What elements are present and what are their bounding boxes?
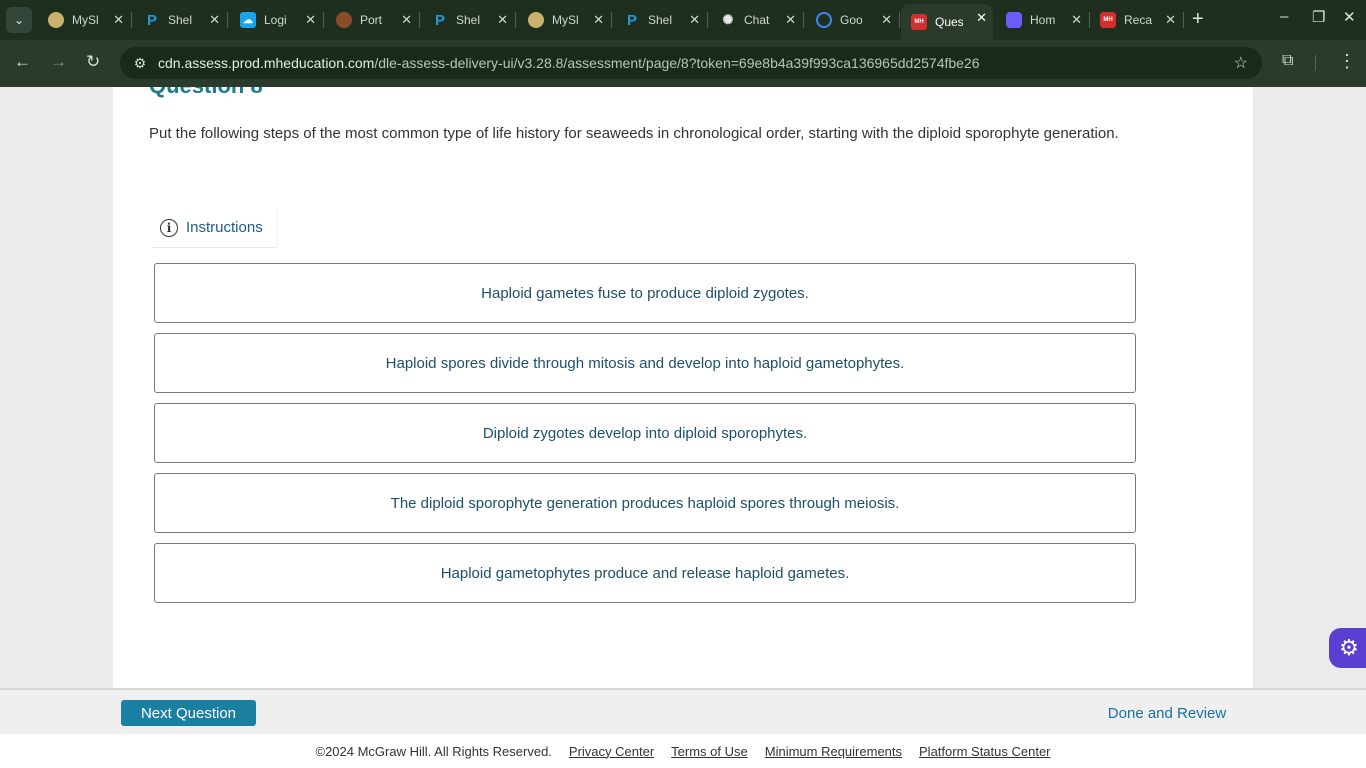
platform-status-link[interactable]: Platform Status Center [919,744,1051,759]
sortable-step[interactable]: The diploid sporophyte generation produc… [154,473,1136,533]
close-icon[interactable]: ✕ [976,10,987,26]
assessment-footer: Next Question Done and Review [0,688,1366,734]
p-logo-icon: P [146,11,157,29]
mcgraw-hill-icon: MH [1100,12,1116,28]
circle-globe-icon [528,12,544,28]
copyright-text: ©2024 McGraw Hill. All Rights Reserved. [315,743,552,759]
close-icon[interactable]: ✕ [497,12,508,28]
p-logo-icon: P [626,11,637,29]
reload-icon[interactable]: ↻ [86,52,100,72]
browser-tab[interactable]: MySl ✕ [518,6,612,34]
sortable-step[interactable]: Haploid gametophytes produce and release… [154,543,1136,603]
browser-tab[interactable]: Port ✕ [326,6,420,34]
browser-tab[interactable]: ✺ Chat ✕ [710,6,804,34]
minimize-icon[interactable]: – [1280,8,1288,25]
browser-tab-strip: ⌄ MySl ✕ P Shel ✕ ☁ Logi ✕ Port ✕ P Shel… [0,0,1366,40]
close-icon[interactable]: ✕ [689,12,700,28]
close-icon[interactable]: ✕ [593,12,604,28]
close-icon[interactable]: ✕ [785,12,796,28]
done-and-review-button[interactable]: Done and Review [1089,698,1245,728]
tab-title: MySl [552,13,579,27]
back-arrow-icon[interactable]: ← [14,52,31,72]
browser-tab[interactable]: ☁ Logi ✕ [230,6,324,34]
close-icon[interactable]: ✕ [1165,12,1176,28]
browser-tab[interactable]: P Shel ✕ [134,6,228,34]
close-icon[interactable]: ✕ [305,12,316,28]
tab-title: Logi [264,13,287,27]
url-host: cdn.assess.prod.mheducation.com [158,55,375,71]
close-icon[interactable]: ✕ [113,12,124,28]
tab-title: MySl [72,13,99,27]
tab-title: Shel [456,13,481,27]
accessibility-gear-icon[interactable]: ⚙ [1329,628,1366,668]
openai-icon: ✺ [722,12,734,27]
tab-title: Goo [840,13,863,27]
browser-tab[interactable]: Hom ✕ [996,6,1090,34]
assessment-page: Question 8 Put the following steps of th… [113,87,1253,688]
close-icon[interactable]: ✕ [1071,12,1082,28]
terms-of-use-link[interactable]: Terms of Use [671,744,748,759]
question-prompt: Put the following steps of the most comm… [149,125,1119,142]
tab-title: Shel [168,13,193,27]
restore-icon[interactable]: ❐ [1312,8,1325,26]
tab-title: Reca [1124,13,1152,27]
tab-title: Hom [1030,13,1056,27]
next-question-button[interactable]: Next Question [121,700,256,726]
window-close-icon[interactable]: ✕ [1343,8,1356,26]
sortable-step[interactable]: Haploid spores divide through mitosis an… [154,333,1136,393]
cloud-icon: ☁ [240,12,256,28]
browser-tab-active[interactable]: MH Ques ✕ [901,4,993,40]
privacy-center-link[interactable]: Privacy Center [569,744,654,759]
close-icon[interactable]: ✕ [881,12,892,28]
legal-footer: ©2024 McGraw Hill. All Rights Reserved. … [0,734,1366,768]
browser-tab[interactable]: P Shel ✕ [614,6,708,34]
circle-globe-icon [48,12,64,28]
browser-tab[interactable]: MySl ✕ [38,6,132,34]
browser-tab[interactable]: P Shel ✕ [422,6,516,34]
extensions-puzzle-icon[interactable]: ⧉ [1282,52,1293,70]
close-icon[interactable]: ✕ [401,12,412,28]
browser-toolbar: ← → ↻ ⚙ cdn.assess.prod.mheducation.com/… [0,40,1366,87]
p-logo-icon: P [434,11,445,29]
url-text: cdn.assess.prod.mheducation.com/dle-asse… [158,55,980,71]
address-bar[interactable]: ⚙ cdn.assess.prod.mheducation.com/dle-as… [120,47,1262,79]
close-icon[interactable]: ✕ [209,12,220,28]
info-icon: i [160,218,178,237]
mcgraw-hill-icon: MH [911,14,927,30]
tab-title: Port [360,13,383,27]
tab-title: Shel [648,13,673,27]
tab-title: Chat [744,13,770,27]
tab-search-chevron-icon[interactable]: ⌄ [6,7,32,33]
ordering-list: Haploid gametes fuse to produce diploid … [154,263,1136,613]
new-tab-plus-icon[interactable]: + [1192,9,1204,29]
site-settings-icon[interactable]: ⚙ [130,55,150,72]
browser-tab[interactable]: Goo ✕ [806,6,900,34]
url-path: /dle-assess-delivery-ui/v3.28.8/assessme… [374,55,980,71]
instructions-label: Instructions [186,219,263,236]
sortable-step[interactable]: Haploid gametes fuse to produce diploid … [154,263,1136,323]
sortable-step[interactable]: Diploid zygotes develop into diploid spo… [154,403,1136,463]
question-heading: Question 8 [149,87,263,99]
tab-title: Ques [935,15,963,29]
bookmark-star-icon[interactable]: ☆ [1234,53,1248,73]
more-menu-icon[interactable]: ⋮ [1338,51,1356,72]
instructions-button[interactable]: i Instructions [152,208,278,248]
forward-arrow-icon[interactable]: → [50,52,67,72]
google-lens-icon [816,12,832,28]
mascot-icon [336,12,352,28]
minimum-requirements-link[interactable]: Minimum Requirements [765,744,902,759]
browser-tab[interactable]: MH Reca ✕ [1090,6,1184,34]
cube-icon [1006,12,1022,28]
